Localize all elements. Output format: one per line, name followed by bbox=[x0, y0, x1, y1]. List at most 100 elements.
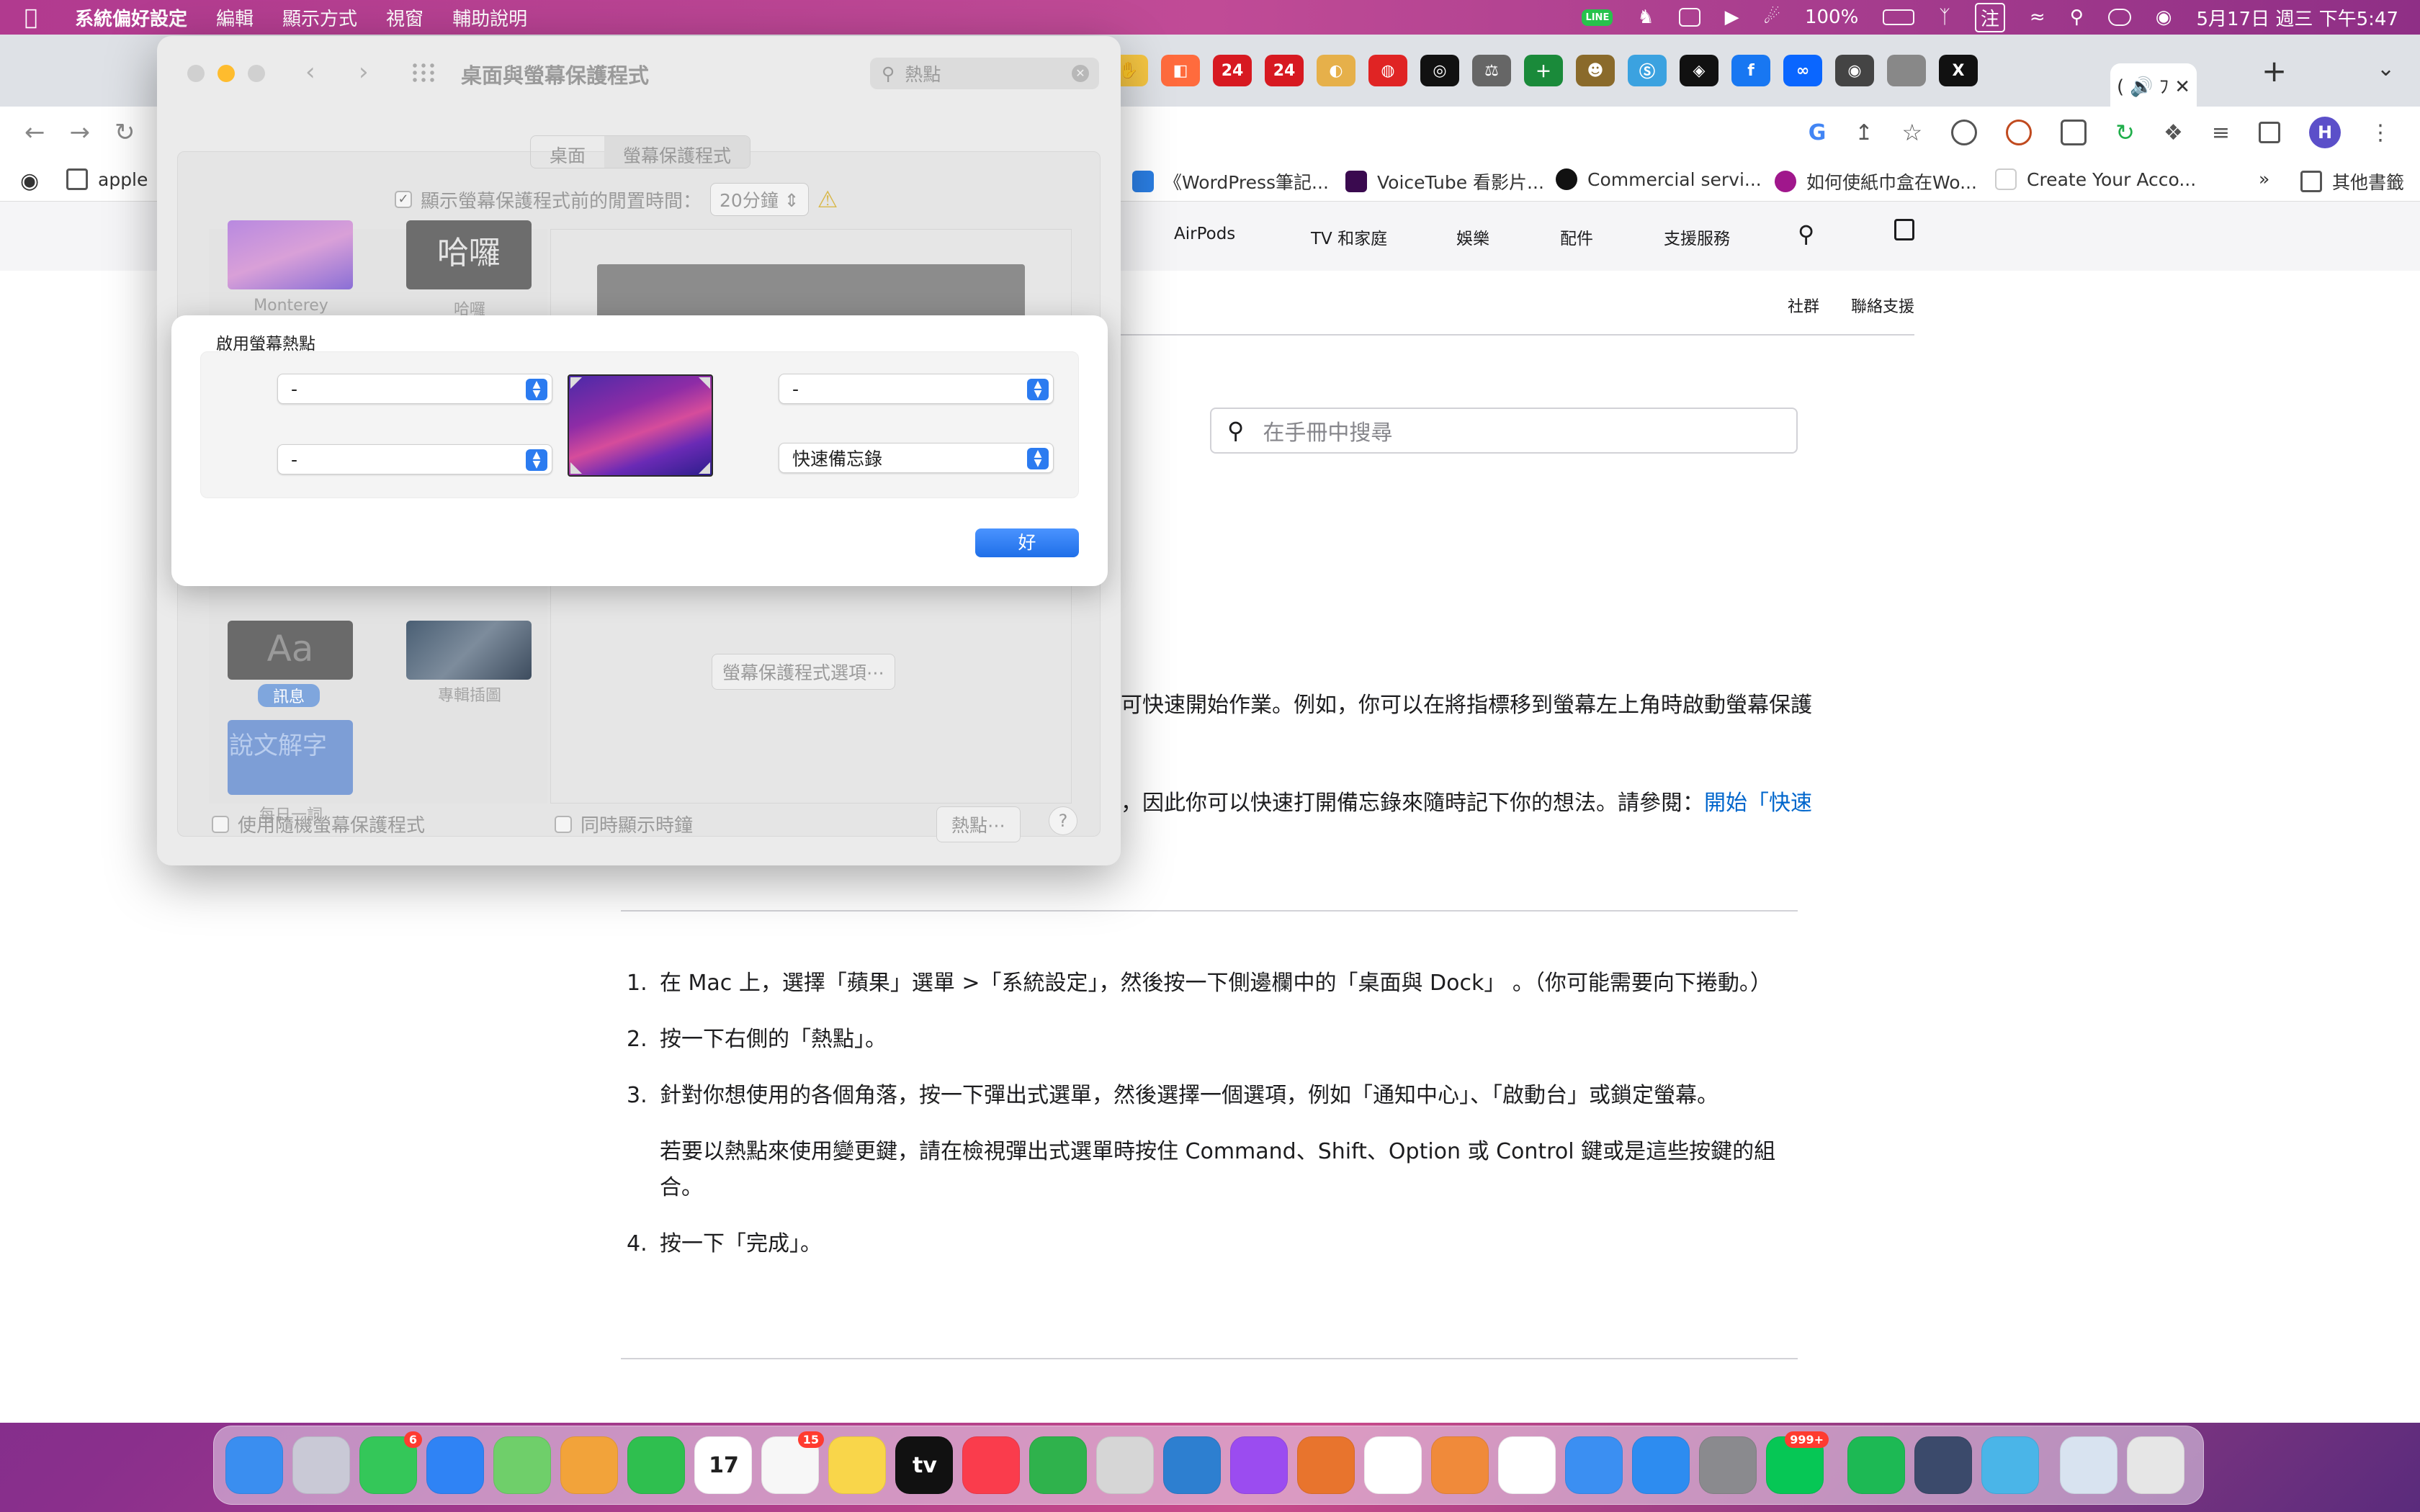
dock-app-reeder[interactable] bbox=[1297, 1436, 1355, 1494]
extension-openai-icon[interactable] bbox=[1951, 120, 1978, 145]
nav-accessories[interactable]: 配件 bbox=[1560, 225, 1593, 249]
tab-favicon[interactable]: 24 bbox=[1265, 55, 1304, 86]
bottom-left-corner-popup[interactable]: - ▲ ▼ bbox=[277, 444, 552, 474]
screensaver-monterey[interactable] bbox=[228, 220, 353, 289]
battery-percent[interactable]: 100% bbox=[1805, 6, 1858, 28]
random-checkbox[interactable] bbox=[212, 815, 229, 833]
tab-favicon[interactable]: X bbox=[1939, 55, 1978, 86]
menu-view[interactable]: 顯示方式 bbox=[282, 4, 357, 31]
siri-icon[interactable]: ◉ bbox=[2156, 6, 2172, 28]
bookmark-tissue[interactable]: 如何使紙巾盒在Wo... bbox=[1775, 168, 1977, 194]
nav-support[interactable]: 支援服務 bbox=[1664, 225, 1730, 249]
google-icon[interactable]: G bbox=[1809, 120, 1827, 145]
wifi-icon[interactable]: ≈ bbox=[2030, 6, 2045, 28]
show-all-grid-icon[interactable] bbox=[411, 62, 438, 84]
dock-app-shell[interactable] bbox=[1431, 1436, 1489, 1494]
menu-app-name[interactable]: 系統偏好設定 bbox=[75, 4, 187, 31]
forward-arrow-icon[interactable]: → bbox=[70, 118, 91, 147]
goat-status-icon[interactable]: ♞ bbox=[1637, 6, 1654, 28]
nav-airpods[interactable]: AirPods bbox=[1174, 225, 1235, 243]
dock-app-mail[interactable] bbox=[426, 1436, 484, 1494]
help-button[interactable]: ? bbox=[1049, 806, 1077, 835]
dock-app-reminders[interactable]: 15 bbox=[761, 1431, 824, 1494]
quick-note-link[interactable]: 開始「快速 bbox=[1704, 791, 1812, 816]
tab-active[interactable]: ( 🔊 ﾌ ✕ bbox=[2110, 63, 2197, 107]
dock-app-tv[interactable]: tv bbox=[895, 1436, 953, 1494]
reading-list-icon[interactable]: ≡ bbox=[2212, 120, 2230, 145]
minimize-button[interactable] bbox=[218, 65, 235, 82]
dock-app-system-preferences[interactable] bbox=[1699, 1436, 1757, 1494]
tab-favicon[interactable]: ＋ bbox=[1524, 55, 1563, 86]
tab-favicon[interactable]: 24 bbox=[1213, 55, 1252, 86]
close-button[interactable] bbox=[187, 65, 205, 82]
dock-app-calendar[interactable]: 17 bbox=[694, 1436, 752, 1494]
dock-app-finder[interactable] bbox=[225, 1436, 283, 1494]
dock-app-chrome[interactable] bbox=[1498, 1436, 1556, 1494]
nav-search-icon[interactable]: ⚲ bbox=[1798, 220, 1814, 248]
bookmark-wordpress[interactable]: 《WordPress筆記... bbox=[1132, 168, 1329, 194]
dock-app-launchpad[interactable] bbox=[292, 1436, 350, 1494]
top-left-corner-popup[interactable]: - ▲ ▼ bbox=[277, 374, 552, 404]
dock-app-numbers[interactable] bbox=[1029, 1436, 1087, 1494]
dock-app-spotify[interactable] bbox=[1847, 1436, 1905, 1494]
dock-app-cow[interactable] bbox=[1364, 1436, 1422, 1494]
menu-clock[interactable]: 5月17日 週三 下午5:47 bbox=[2196, 4, 2398, 31]
clock-checkbox[interactable] bbox=[555, 815, 572, 833]
back-chevron-icon[interactable]: ‹ bbox=[305, 58, 315, 86]
extensions-puzzle-icon[interactable]: ❖ bbox=[2164, 120, 2183, 145]
tab-favicon[interactable]: ◎ bbox=[1420, 55, 1459, 86]
bookmark-create-account[interactable]: Create Your Acco... bbox=[1995, 168, 2196, 190]
extension-sync-icon[interactable]: ↻ bbox=[2115, 119, 2135, 146]
dock-app-messages[interactable]: 6 bbox=[359, 1431, 422, 1494]
bookmark-globe-icon[interactable]: ◉ bbox=[20, 168, 39, 194]
dock-app-documents[interactable] bbox=[2060, 1436, 2118, 1494]
dock-app-line[interactable]: 999+ bbox=[1766, 1431, 1829, 1494]
nav-entertainment[interactable]: 娛樂 bbox=[1456, 225, 1489, 249]
subnav-contact-support[interactable]: 聯絡支援 bbox=[1851, 294, 1914, 317]
menu-window[interactable]: 視窗 bbox=[386, 4, 424, 31]
manual-search-input[interactable]: ⚲ 在手冊中搜尋 bbox=[1210, 408, 1798, 454]
tab-favicon[interactable]: Ⓢ bbox=[1628, 55, 1667, 86]
tab-screensaver[interactable]: 螢幕保護程式 bbox=[604, 136, 750, 168]
tab-favicon[interactable]: ◧ bbox=[1161, 55, 1200, 86]
line-status-icon[interactable]: LINE bbox=[1582, 9, 1613, 26]
tab-favicon[interactable]: ◉ bbox=[1835, 55, 1874, 86]
bookmark-other[interactable]: 其他書籤 bbox=[2300, 168, 2404, 194]
screensaver-album-art[interactable] bbox=[406, 621, 532, 680]
tab-favicon[interactable]: f bbox=[1731, 55, 1770, 86]
nav-tv-home[interactable]: TV 和家庭 bbox=[1311, 225, 1387, 249]
reload-icon[interactable]: ↻ bbox=[115, 118, 135, 147]
screensaver-message[interactable]: Aa bbox=[228, 621, 353, 680]
bluetooth-icon[interactable]: ᛉ bbox=[1939, 6, 1950, 28]
tab-favicon[interactable]: ⚖ bbox=[1472, 55, 1511, 86]
top-right-corner-popup[interactable]: - ▲ ▼ bbox=[779, 374, 1054, 404]
clear-search-icon[interactable]: ✕ bbox=[1072, 65, 1089, 82]
screensaver-word-of-day[interactable]: 說文解字 bbox=[228, 720, 353, 795]
display-status-icon[interactable] bbox=[1678, 8, 1700, 27]
bookmark-star-icon[interactable]: ☆ bbox=[1901, 119, 1922, 146]
input-method-icon[interactable]: 注 bbox=[1974, 2, 2005, 32]
tab-desktop[interactable]: 桌面 bbox=[531, 136, 604, 168]
dock-app-notes[interactable] bbox=[828, 1436, 886, 1494]
prefs-search-field[interactable]: ⚲ 熱點 ✕ bbox=[870, 58, 1099, 89]
dock-app-stacks[interactable] bbox=[1914, 1436, 1972, 1494]
battery-icon[interactable] bbox=[1883, 9, 1915, 25]
tab-favicon[interactable]: ☻ bbox=[1576, 55, 1615, 86]
share-icon[interactable]: ↥ bbox=[1855, 120, 1873, 145]
ok-button[interactable]: 好 bbox=[975, 528, 1079, 557]
dock-app-facetime[interactable] bbox=[627, 1436, 685, 1494]
tab-favicon[interactable] bbox=[1887, 55, 1926, 86]
nav-bag-icon[interactable] bbox=[1894, 219, 1914, 240]
dock-app-trash[interactable] bbox=[2127, 1436, 2184, 1494]
hotspot-status-icon[interactable]: ☄ bbox=[1764, 6, 1780, 28]
start-after-popup[interactable]: 20分鐘 ⇕ bbox=[710, 183, 809, 216]
tab-favicon[interactable]: ◐ bbox=[1317, 55, 1355, 86]
bookmark-commercial[interactable]: Commercial servi... bbox=[1556, 168, 1762, 190]
bottom-right-corner-popup[interactable]: 快速備忘錄 ▲ ▼ bbox=[779, 443, 1054, 473]
tab-favicon[interactable]: ◈ bbox=[1680, 55, 1718, 86]
screensaver-hello[interactable]: 哈囉 bbox=[406, 220, 532, 289]
bookmark-voicetube[interactable]: VoiceTube 看影片... bbox=[1345, 168, 1544, 194]
bookmark-apple[interactable]: apple bbox=[66, 168, 148, 190]
dock-app-photos[interactable] bbox=[560, 1436, 618, 1494]
menu-help[interactable]: 輔助說明 bbox=[452, 4, 527, 31]
